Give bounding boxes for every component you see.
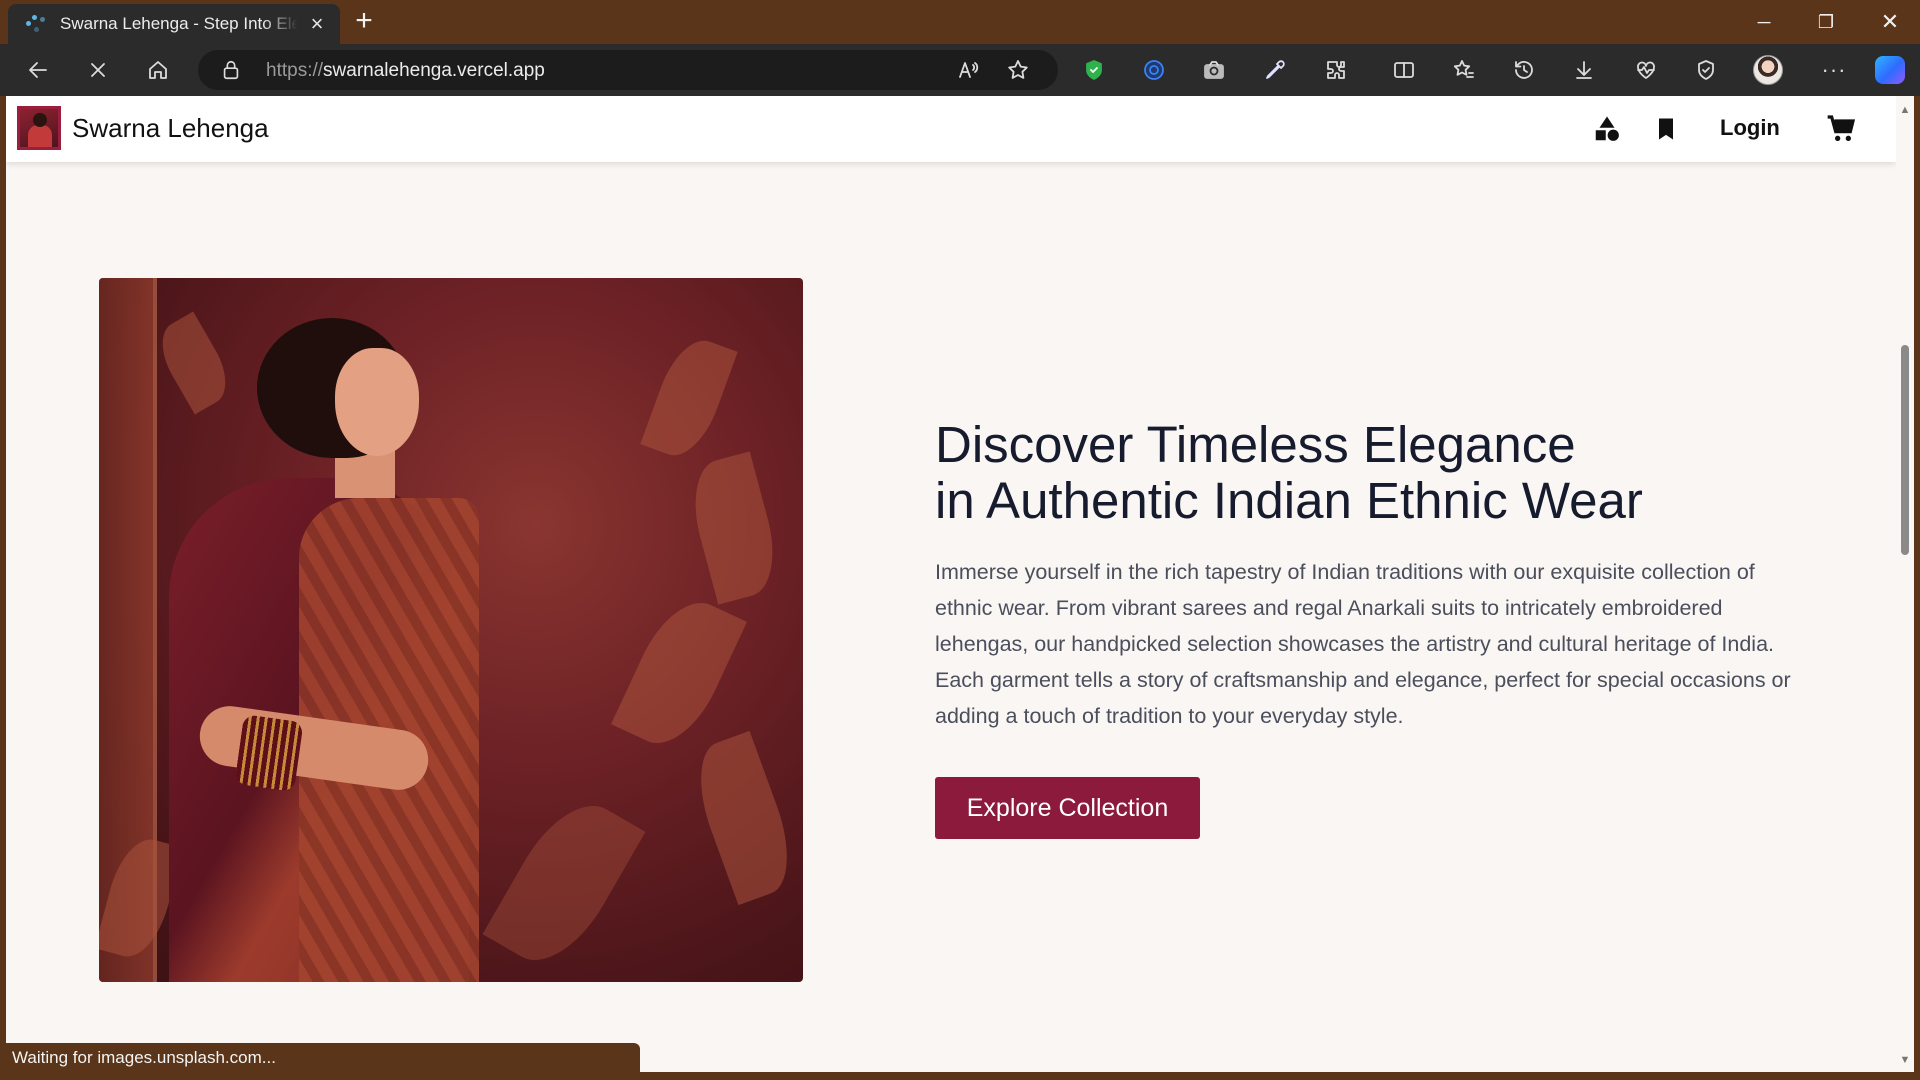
scroll-down-arrow-icon[interactable]: ▼ — [1899, 1054, 1911, 1066]
url-scheme: https:// — [266, 60, 324, 81]
read-aloud-icon[interactable] — [952, 54, 984, 86]
more-menu-icon[interactable]: ··· — [1818, 54, 1850, 86]
minimize-button[interactable]: ─ — [1734, 0, 1794, 44]
page-viewport: Swarna Lehenga Login Discover Timeless E… — [6, 96, 1896, 1072]
copilot-icon[interactable] — [1874, 54, 1906, 86]
new-tab-button[interactable]: + — [350, 6, 378, 36]
hero-title: Discover Timeless Elegance in Authentic … — [935, 417, 1643, 529]
explore-collection-button[interactable]: Explore Collection — [935, 777, 1200, 839]
eyedropper-extension-icon[interactable] — [1259, 54, 1291, 86]
hero-image — [99, 278, 803, 982]
profile-avatar[interactable] — [1752, 54, 1784, 86]
split-screen-icon[interactable] — [1388, 54, 1420, 86]
page-scrollbar[interactable]: ▲ ▼ — [1896, 96, 1914, 1072]
close-window-button[interactable]: ✕ — [1860, 0, 1920, 44]
restore-button[interactable]: ❐ — [1796, 0, 1856, 44]
scroll-up-arrow-icon[interactable]: ▲ — [1899, 104, 1911, 116]
camera-extension-icon[interactable] — [1198, 54, 1230, 86]
shield-extension-icon[interactable] — [1078, 54, 1110, 86]
tab-title: Swarna Lehenga - Step Into Elegance — [60, 14, 298, 33]
browser-essentials-icon[interactable] — [1690, 54, 1722, 86]
login-link[interactable]: Login — [1720, 115, 1780, 141]
scrollbar-thumb[interactable] — [1901, 345, 1909, 555]
stop-loading-button[interactable] — [82, 54, 114, 86]
favorites-icon[interactable] — [1448, 54, 1480, 86]
browser-tab-active[interactable]: Swarna Lehenga - Step Into Elegance × — [8, 4, 340, 44]
performance-icon[interactable] — [1630, 54, 1662, 86]
site-logo[interactable] — [17, 106, 61, 150]
status-bar: Waiting for images.unsplash.com... — [6, 1043, 640, 1072]
history-icon[interactable] — [1508, 54, 1540, 86]
hero-title-line-1: Discover Timeless Elegance — [935, 416, 1576, 473]
lock-icon[interactable] — [220, 59, 242, 86]
bookmark-icon[interactable] — [1649, 112, 1683, 146]
site-header: Swarna Lehenga Login — [6, 96, 1896, 162]
puzzle-extensions-icon[interactable] — [1320, 54, 1352, 86]
window-bottom-edge — [0, 1072, 1920, 1080]
hero-title-line-2: in Authentic Indian Ethnic Wear — [935, 472, 1643, 529]
loading-spinner-icon — [24, 13, 50, 35]
hero-description: Immerse yourself in the rich tapestry of… — [935, 560, 1791, 728]
shapes-icon[interactable] — [1590, 112, 1624, 146]
downloads-icon[interactable] — [1568, 54, 1600, 86]
home-button[interactable] — [142, 54, 174, 86]
cart-icon[interactable] — [1824, 112, 1858, 146]
circle-extension-icon[interactable] — [1138, 54, 1170, 86]
url-text[interactable]: https://swarnalehenga.vercel.app — [266, 60, 545, 82]
address-bar[interactable]: https://swarnalehenga.vercel.app — [198, 50, 1058, 90]
url-host: swarnalehenga.vercel.app — [323, 60, 545, 81]
back-button[interactable] — [22, 54, 54, 86]
browser-toolbar: https://swarnalehenga.vercel.app ··· — [0, 44, 1920, 96]
tab-close-icon[interactable]: × — [306, 11, 328, 36]
browser-title-bar: Swarna Lehenga - Step Into Elegance × + … — [0, 0, 1920, 44]
favorite-star-icon[interactable] — [1002, 54, 1034, 86]
brand-name[interactable]: Swarna Lehenga — [72, 113, 269, 144]
